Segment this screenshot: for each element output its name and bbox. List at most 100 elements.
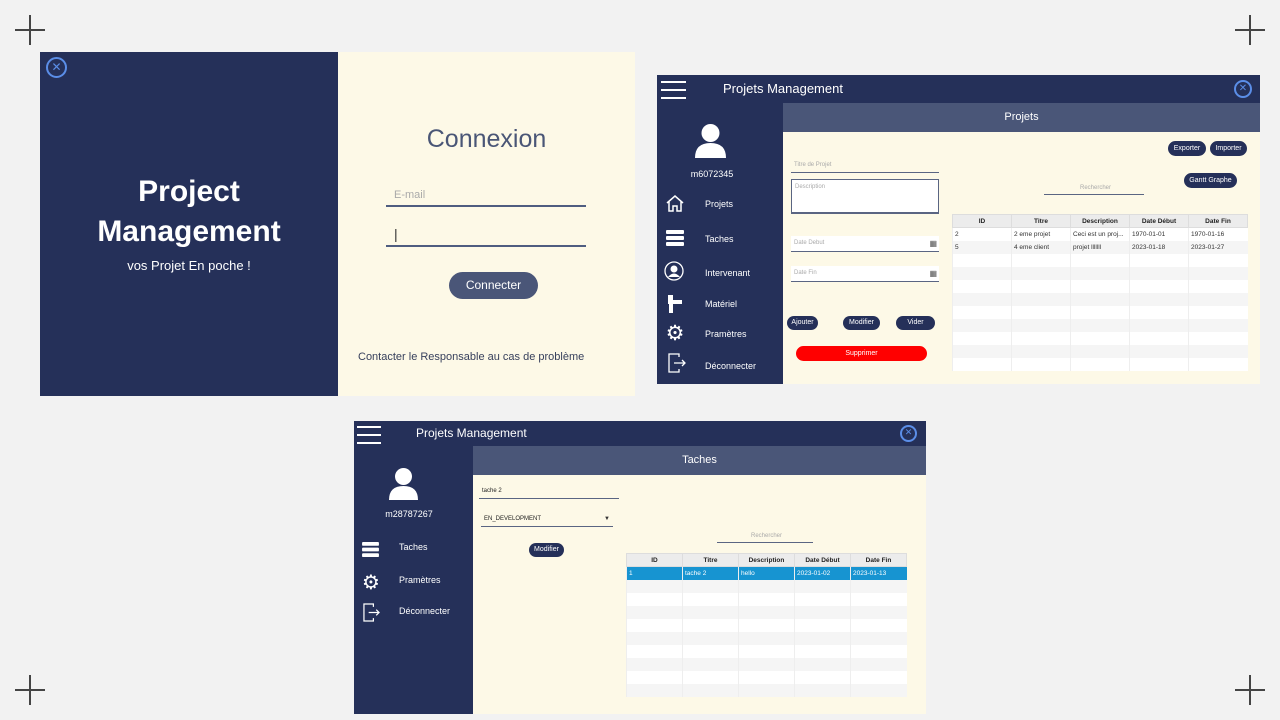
search-input[interactable]: Rechercher	[1044, 182, 1144, 195]
table-row[interactable]	[952, 319, 1248, 332]
table-cell	[626, 658, 683, 671]
table-row[interactable]	[626, 632, 907, 645]
column-header-title[interactable]: Titre	[1011, 214, 1071, 228]
table-row[interactable]: 54 eme client projet lllllll 2023-01-18 202…	[952, 241, 1248, 254]
table-cell	[1129, 345, 1189, 358]
table-row[interactable]	[952, 358, 1248, 371]
table-row[interactable]	[626, 593, 907, 606]
status-select-value: EN_DEVELOPMENT	[484, 516, 542, 522]
table-row[interactable]	[626, 658, 907, 671]
table-cell: tache 2	[682, 566, 739, 580]
tool-icon	[668, 295, 682, 313]
table-row[interactable]	[952, 267, 1248, 280]
table-row[interactable]	[626, 606, 907, 619]
password-field[interactable]: |	[386, 226, 586, 247]
table-cell	[1188, 358, 1248, 371]
table-cell	[1129, 293, 1189, 306]
search-input[interactable]: Rechercher	[717, 530, 813, 543]
table-cell	[850, 606, 907, 619]
modify-button[interactable]: Modifier	[843, 316, 880, 330]
menu-icon[interactable]	[661, 81, 686, 105]
table-cell	[794, 671, 851, 684]
table-row[interactable]	[952, 332, 1248, 345]
table-cell	[626, 645, 683, 658]
end-date-field[interactable]: Date Fin ▦	[791, 266, 939, 282]
table-cell	[738, 593, 795, 606]
calendar-icon[interactable]: ▦	[929, 236, 937, 251]
project-title-field[interactable]: Titre de Projet	[791, 158, 939, 173]
column-header-start-date[interactable]: Date Début	[1129, 214, 1189, 228]
table-cell	[626, 684, 683, 697]
table-cell	[1011, 293, 1071, 306]
logout-icon	[363, 603, 380, 622]
table-cell	[1011, 345, 1071, 358]
title-bar: Projets Management ✕	[354, 421, 926, 446]
table-row[interactable]	[626, 580, 907, 593]
column-header-description[interactable]: Description	[1070, 214, 1130, 228]
table-cell: 4 eme client	[1011, 241, 1071, 254]
start-date-field[interactable]: Date Debut ▦	[791, 236, 939, 252]
table-cell	[794, 658, 851, 671]
table-cell	[626, 580, 683, 593]
table-row[interactable]	[626, 645, 907, 658]
add-button[interactable]: Ajouter	[787, 316, 818, 330]
table-cell	[794, 632, 851, 645]
connect-button[interactable]: Connecter	[449, 272, 538, 299]
table-row[interactable]: 1 tache 2 hello 2023-01-02 2023-01-13	[626, 566, 907, 580]
calendar-icon[interactable]: ▦	[929, 266, 937, 281]
user-avatar-icon	[695, 124, 726, 158]
close-icon[interactable]: ✕	[1234, 80, 1252, 98]
table-row[interactable]	[952, 306, 1248, 319]
corner-cross-top-left	[15, 15, 45, 45]
table-cell	[1070, 319, 1130, 332]
status-select[interactable]: EN_DEVELOPMENT ▼	[481, 512, 613, 527]
column-header-start-date[interactable]: Date Début	[794, 553, 851, 567]
table-cell	[794, 606, 851, 619]
table-row[interactable]	[952, 345, 1248, 358]
sidebar-item-label: Taches	[399, 542, 428, 552]
description-field[interactable]: Description	[791, 179, 939, 214]
table-row[interactable]	[952, 254, 1248, 267]
table-cell	[738, 645, 795, 658]
column-header-end-date[interactable]: Date Fin	[850, 553, 907, 567]
export-button[interactable]: Exporter	[1168, 141, 1206, 156]
column-header-end-date[interactable]: Date Fin	[1188, 214, 1248, 228]
logout-icon	[668, 353, 686, 373]
user-id: m6072345	[690, 169, 734, 179]
table-cell	[682, 580, 739, 593]
table-cell: Ceci est un proj...	[1070, 227, 1130, 241]
section-title: Projets	[783, 103, 1260, 132]
gantt-chart-button[interactable]: Gantt Graphe	[1184, 173, 1237, 188]
tasks-content: Taches tache 2 EN_DEVELOPMENT ▼ Modifier…	[473, 446, 926, 714]
email-field[interactable]: E-mail	[386, 187, 586, 207]
clear-button[interactable]: Vider	[896, 316, 935, 330]
table-row[interactable]	[626, 619, 907, 632]
table-cell	[1129, 267, 1189, 280]
table-cell	[1011, 358, 1071, 371]
column-header-title[interactable]: Titre	[682, 553, 739, 567]
table-cell	[1070, 280, 1130, 293]
column-header-id[interactable]: ID	[626, 553, 683, 567]
table-cell	[1070, 306, 1130, 319]
table-cell	[1188, 280, 1248, 293]
task-name-field[interactable]: tache 2	[479, 484, 619, 499]
gear-icon: ⚙	[665, 321, 685, 345]
modify-button[interactable]: Modifier	[529, 543, 564, 557]
close-icon[interactable]: ✕	[900, 425, 917, 442]
table-row[interactable]	[952, 293, 1248, 306]
table-row[interactable]	[626, 684, 907, 697]
import-button[interactable]: Importer	[1210, 141, 1247, 156]
sidebar: m6072345 Projets Taches Intervenant Maté…	[657, 103, 783, 384]
sidebar-item-label: Pramètres	[705, 329, 747, 339]
table-header: ID Titre Description Date Début Date Fin	[952, 214, 1248, 228]
table-cell	[1129, 319, 1189, 332]
column-header-id[interactable]: ID	[952, 214, 1012, 228]
column-header-description[interactable]: Description	[738, 553, 795, 567]
table-row[interactable]: 22 eme projet Ceci est un proj... 1970-01-…	[952, 227, 1248, 241]
projects-table: ID Titre Description Date Début Date Fin…	[952, 214, 1248, 371]
table-row[interactable]	[952, 280, 1248, 293]
close-icon[interactable]: ✕	[46, 57, 67, 78]
table-cell	[1011, 332, 1071, 345]
table-row[interactable]	[626, 671, 907, 684]
delete-button[interactable]: Supprimer	[796, 346, 927, 361]
